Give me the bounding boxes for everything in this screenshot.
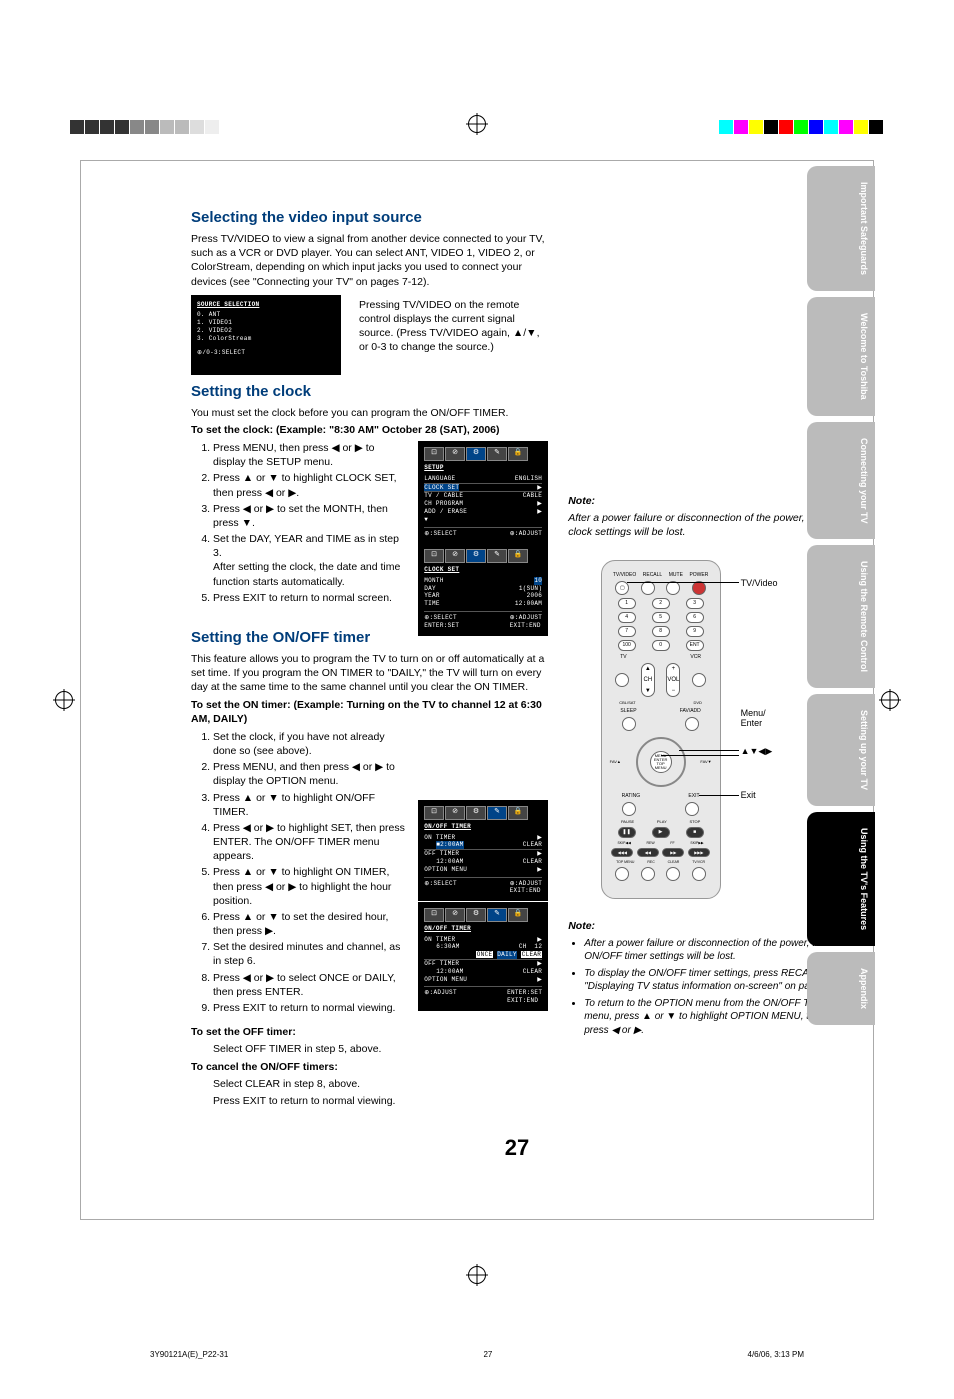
tab-connecting: Connecting your TV (807, 422, 875, 540)
clock-step-3: Press ◀ or ▶ to set the MONTH, then pres… (213, 502, 408, 530)
osd-setup: ⊡⊘⚙✎🔒 SETUP LANGUAGEENGLISH CLOCK SET▶ T… (418, 441, 548, 543)
off-timer-body: Select OFF TIMER in step 5, above. (213, 1042, 548, 1056)
heading-clock: Setting the clock (191, 383, 548, 400)
note2-b2: To display the ON/OFF timer settings, pr… (584, 967, 843, 994)
note2-heading: Note: (568, 919, 843, 933)
note2-b3: To return to the OPTION menu from the ON… (584, 997, 843, 1038)
timer-step-6: Press ▲ or ▼ to set the desired hour, th… (213, 910, 408, 938)
clock-example: To set the clock: (Example: "8:30 AM" Oc… (191, 423, 548, 437)
remote-dpad: MENU ENTER TOP MENU (636, 737, 686, 787)
osd-clock-set: ⊡⊘⚙✎🔒 CLOCK SET MONTH10 DAY1(SUN) YEAR20… (418, 543, 548, 636)
clock-step-4: Set the DAY, YEAR and TIME as in step 3.… (213, 532, 408, 589)
note1-heading: Note: (568, 494, 843, 508)
remote-control: TV/VIDEORECALLMUTEPOWER ▢ 123 456 789 10… (601, 560, 721, 899)
tab-setting: Setting up your TV (807, 694, 875, 806)
remote-exit (685, 802, 699, 816)
timer-example: To set the ON timer: (Example: Turning o… (191, 698, 548, 726)
off-timer-heading: To set the OFF timer: (191, 1025, 548, 1039)
callout-menu: Menu/ Enter (741, 708, 766, 728)
body-clock: You must set the clock before you can pr… (191, 406, 548, 420)
tab-appendix: Appendix (807, 952, 875, 1025)
timer-step-8: Press ◀ or ▶ to select ONCE or DAILY, th… (213, 971, 408, 999)
footer-date: 4/6/06, 3:13 PM (748, 1350, 804, 1359)
tab-safeguards: Important Safeguards (807, 166, 875, 291)
body-timer: This feature allows you to program the T… (191, 652, 548, 695)
body-source: Press TV/VIDEO to view a signal from ano… (191, 232, 548, 289)
callout-tvvideo: TV/Video (741, 578, 778, 588)
heading-source: Selecting the video input source (191, 209, 548, 226)
timer-step-2: Press MENU, and then press ◀ or ▶ to dis… (213, 760, 408, 788)
timer-step-1: Set the clock, if you have not already d… (213, 730, 408, 758)
callout-arrows: ▲▼◀▶ (741, 746, 773, 757)
timer-step-3: Press ▲ or ▼ to highlight ON/OFF TIMER. (213, 791, 408, 819)
tab-welcome: Welcome to Toshiba (807, 297, 875, 416)
cancel-timer-heading: To cancel the ON/OFF timers: (191, 1060, 548, 1074)
clock-step-5: Press EXIT to return to normal screen. (213, 591, 408, 605)
footer-file: 3Y90121A(E)_P22-31 (150, 1350, 228, 1359)
osd-timer-2: ⊡⊘⚙✎🔒 ON/OFF TIMER ON TIMER▶ 6:30AMCH 12… (418, 902, 548, 1011)
timer-step-7: Set the desired minutes and channel, as … (213, 940, 408, 968)
osd-timer-1: ⊡⊘⚙✎🔒 ON/OFF TIMER ON TIMER▶ ■2:00AMCLEA… (418, 800, 548, 901)
cancel-timer-body2: Press EXIT to return to normal viewing. (213, 1094, 548, 1108)
cancel-timer-body1: Select CLEAR in step 8, above. (213, 1077, 548, 1091)
note2-b1: After a power failure or disconnection o… (584, 937, 843, 964)
footer-page: 27 (483, 1350, 492, 1359)
timer-step-9: Press EXIT to return to normal viewing. (213, 1001, 408, 1015)
note1-body: After a power failure or disconnection o… (568, 511, 843, 539)
tab-features: Using the TV's Features (807, 812, 875, 946)
clock-step-2: Press ▲ or ▼ to highlight CLOCK SET, the… (213, 471, 408, 499)
page-number: 27 (191, 1135, 843, 1161)
osd-source-selection: SOURCE SELECTION 0. ANT 1. VIDEO1 2. VID… (191, 295, 341, 375)
callout-exit: Exit (741, 790, 756, 800)
remote-tv-video: ▢ (615, 581, 629, 595)
timer-step-4: Press ◀ or ▶ to highlight SET, then pres… (213, 821, 408, 864)
timer-step-5: Press ▲ or ▼ to highlight ON TIMER, then… (213, 865, 408, 908)
clock-step-1: Press MENU, then press ◀ or ▶ to display… (213, 441, 408, 469)
source-side-text: Pressing TV/VIDEO on the remote control … (359, 298, 548, 355)
tab-remote: Using the Remote Control (807, 545, 875, 688)
